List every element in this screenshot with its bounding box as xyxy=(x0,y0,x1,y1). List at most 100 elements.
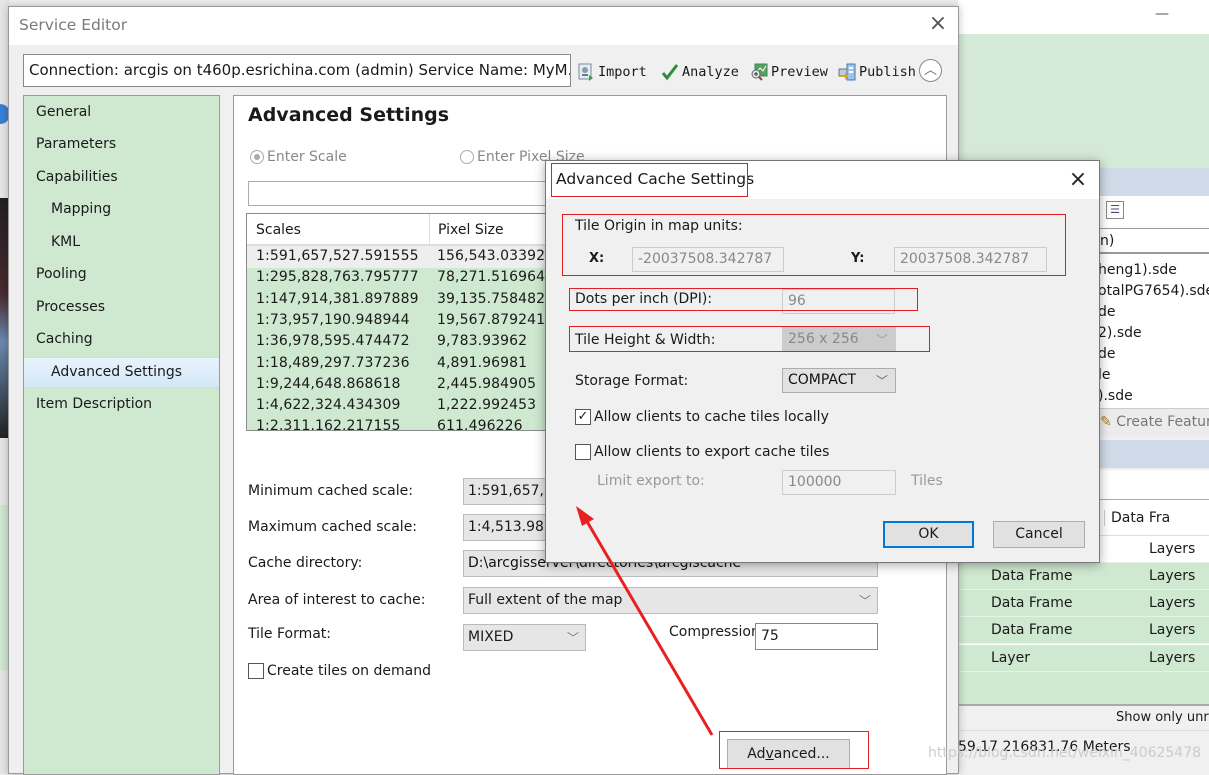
storage-format-select[interactable]: COMPACT ﹀ xyxy=(782,368,896,393)
column-header-pixel-size[interactable]: Pixel Size xyxy=(429,214,555,245)
create-tiles-on-demand-checkbox[interactable]: Create tiles on demand xyxy=(248,663,431,679)
x-label: X: xyxy=(589,251,605,266)
background-band xyxy=(1098,168,1209,196)
scale-table-row[interactable]: 1:18,489,297.737236 4,891.96981 xyxy=(247,353,555,375)
catalog-item[interactable]: de xyxy=(1098,304,1209,320)
catalog-item[interactable]: otalPG7654).sde xyxy=(1098,283,1209,299)
tile-size-select[interactable]: 256 x 256 ﹀ xyxy=(782,327,896,352)
aoi-select[interactable]: Full extent of the map ﹀ xyxy=(463,587,878,614)
table-row[interactable]: Layer Layers xyxy=(958,645,1209,672)
collapse-chevron-up-icon[interactable]: ︿ xyxy=(919,59,942,82)
scale-table-row[interactable]: 1:36,978,595.474472 9,783.93962 xyxy=(247,331,555,353)
scale-table-row[interactable]: 1:4,622,324.434309 1,222.992453 xyxy=(247,395,555,417)
enter-scale-radio[interactable]: Enter Scale xyxy=(250,149,347,165)
analyze-button[interactable]: Analyze xyxy=(661,60,739,84)
row-type: Data Frame xyxy=(991,568,1073,584)
catalog-item[interactable]: ).sde xyxy=(1098,388,1209,404)
catalog-item[interactable]: 2).sde xyxy=(1098,325,1209,341)
create-features-button[interactable]: ✎ Create Featur xyxy=(1098,408,1209,436)
cancel-button[interactable]: Cancel xyxy=(993,521,1085,548)
show-only-bar: Show only unre xyxy=(958,704,1209,730)
import-icon xyxy=(577,63,595,81)
chevron-down-icon: ﹀ xyxy=(875,333,888,347)
sidebar-item-kml[interactable]: KML xyxy=(24,228,219,259)
scale-value: 1:73,957,190.948944 xyxy=(256,311,410,328)
cache-directory-label: Cache directory: xyxy=(248,555,363,571)
scale-table-row[interactable]: 1:2,311,162.217155 611.496226 xyxy=(247,416,555,430)
scale-table-row[interactable]: 1:591,657,527.591555 156,543.033928 xyxy=(247,246,555,268)
show-only-label[interactable]: Show only unre xyxy=(1116,710,1209,725)
checkbox-unchecked-icon xyxy=(248,663,264,679)
catalog-item[interactable]: de xyxy=(1098,346,1209,362)
pencil-icon: ✎ xyxy=(1100,414,1112,430)
compression-input[interactable]: 75 xyxy=(755,623,878,650)
row-group: Layers xyxy=(1149,541,1196,557)
table-row[interactable]: Data Frame Layers xyxy=(958,563,1209,590)
catalog-path[interactable]: n) xyxy=(1098,228,1209,254)
scales-table-header: Scales Pixel Size xyxy=(247,214,555,245)
tile-origin-x-field[interactable]: -20037508.342787 xyxy=(632,247,784,272)
row-type: Data Frame xyxy=(991,595,1073,611)
advanced-button[interactable]: Advanced... xyxy=(727,739,850,769)
advanced-cache-settings-dialog: Advanced Cache Settings × Tile Origin in… xyxy=(545,160,1100,563)
radio-selected-icon xyxy=(250,150,264,164)
row-group: Layers xyxy=(1149,650,1196,666)
table-row[interactable]: Data Frame Layers xyxy=(958,590,1209,617)
panel-title: Advanced Settings xyxy=(248,104,450,126)
scale-table-row[interactable]: 1:73,957,190.948944 19,567.879241 xyxy=(247,310,555,332)
import-button[interactable]: Import xyxy=(577,60,647,84)
minimize-icon[interactable]: — xyxy=(1155,6,1169,22)
catalog-item[interactable]: heng1).sde xyxy=(1098,262,1209,278)
scale-table-row[interactable]: 1:295,828,763.795777 78,271.516964 xyxy=(247,267,555,289)
row-type: Data Frame xyxy=(991,622,1073,638)
scale-table-row[interactable]: 1:9,244,648.868618 2,445.984905 xyxy=(247,374,555,396)
column-header-scales[interactable]: Scales xyxy=(256,222,301,238)
preview-button[interactable]: Preview xyxy=(750,60,828,84)
pixel-size-value: 39,135.758482 xyxy=(437,290,546,307)
table-row[interactable]: Data Frame Layers xyxy=(958,617,1209,644)
scale-value: 1:4,622,324.434309 xyxy=(256,397,401,414)
storage-format-label: Storage Format: xyxy=(575,373,689,389)
column-header[interactable]: Data Fra xyxy=(1104,510,1170,526)
scale-table-row[interactable]: 1:147,914,381.897889 39,135.758482 xyxy=(247,289,555,311)
limit-export-field[interactable]: 100000 xyxy=(782,470,896,495)
close-icon[interactable]: × xyxy=(1066,169,1090,193)
publish-server-icon xyxy=(838,63,856,81)
background-band xyxy=(1098,440,1209,468)
ok-button[interactable]: OK xyxy=(883,521,974,548)
scale-input[interactable] xyxy=(248,181,568,206)
sidebar-item-advanced-settings[interactable]: Advanced Settings xyxy=(24,357,219,388)
dialog-title-bar: Advanced Cache Settings × xyxy=(546,161,1099,199)
chevron-down-icon: ﹀ xyxy=(566,631,579,645)
create-features-label: Create Featur xyxy=(1116,414,1209,430)
sidebar-item-processes[interactable]: Processes xyxy=(24,293,219,324)
sidebar-item-mapping[interactable]: Mapping xyxy=(24,195,219,226)
publish-button[interactable]: Publish xyxy=(838,60,916,84)
allow-cache-locally-checkbox[interactable]: ✓ Allow clients to cache tiles locally xyxy=(575,409,829,425)
list-view-icon[interactable]: ☰ xyxy=(1106,201,1124,219)
sidebar-item-general[interactable]: General xyxy=(24,98,219,129)
background-strip xyxy=(1098,470,1209,500)
checkbox-unchecked-icon xyxy=(575,444,591,460)
catalog-item[interactable]: le xyxy=(1098,367,1209,383)
pixel-size-value: 78,271.516964 xyxy=(437,269,546,286)
sidebar-item-capabilities[interactable]: Capabilities xyxy=(24,163,219,194)
row-group: Layers xyxy=(1149,568,1196,584)
close-icon[interactable]: × xyxy=(927,13,949,35)
tile-size-value: 256 x 256 xyxy=(788,331,859,347)
scale-value: 1:295,828,763.795777 xyxy=(256,269,419,286)
preview-label: Preview xyxy=(771,64,828,80)
dialog-title: Advanced Cache Settings xyxy=(556,170,755,188)
sidebar-item-item-description[interactable]: Item Description xyxy=(24,390,219,421)
tile-origin-label: Tile Origin in map units: xyxy=(575,218,743,234)
sidebar-item-parameters[interactable]: Parameters xyxy=(24,130,219,161)
sidebar-item-pooling[interactable]: Pooling xyxy=(24,260,219,291)
tile-origin-y-field[interactable]: 20037508.342787 xyxy=(894,247,1047,272)
sidebar-item-caching[interactable]: Caching xyxy=(24,325,219,356)
y-label: Y: xyxy=(851,251,865,266)
radio-unselected-icon xyxy=(460,150,474,164)
allow-export-checkbox[interactable]: Allow clients to export cache tiles xyxy=(575,444,829,460)
dpi-field[interactable]: 96 xyxy=(782,289,895,314)
max-scale-label: Maximum cached scale: xyxy=(248,519,418,535)
tile-format-select[interactable]: MIXED ﹀ xyxy=(463,624,586,651)
